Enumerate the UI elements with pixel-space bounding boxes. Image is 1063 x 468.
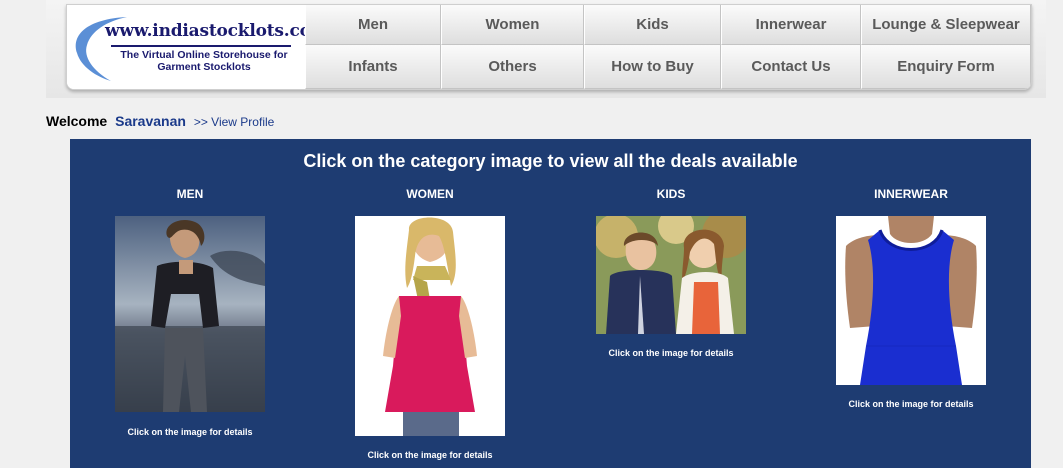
women-category-image[interactable] <box>355 216 505 436</box>
view-profile-link[interactable]: >> View Profile <box>194 115 275 129</box>
category-note: Click on the image for details <box>608 348 734 358</box>
nav-contact-us[interactable]: Contact Us <box>721 45 861 89</box>
nav-innerwear[interactable]: Innerwear <box>721 5 861 45</box>
category-note: Click on the image for details <box>848 399 974 409</box>
nav-infants[interactable]: Infants <box>305 45 441 89</box>
logo-domain-text: www.indiastocklots.com <box>105 21 329 41</box>
welcome-label: Welcome <box>46 113 108 129</box>
logo-rule <box>111 45 291 47</box>
logo-swoosh-icon <box>75 17 127 81</box>
logo-tagline: The Virtual Online Storehouse for Garmen… <box>120 49 288 73</box>
category-label: WOMEN <box>406 187 454 201</box>
nav-enquiry-form[interactable]: Enquiry Form <box>861 45 1031 89</box>
nav-men[interactable]: Men <box>305 5 441 45</box>
panel-title: Click on the category image to view all … <box>303 151 798 171</box>
innerwear-category-image[interactable] <box>836 216 986 385</box>
category-label: KIDS <box>656 187 686 201</box>
site-logo[interactable]: www.indiastocklots.com The Virtual Onlin… <box>67 5 329 89</box>
category-note: Click on the image for details <box>367 450 493 460</box>
category-panel: Click on the category image to view all … <box>70 139 1031 468</box>
nav-lounge-sleepwear[interactable]: Lounge & Sleepwear <box>861 5 1031 45</box>
main-nav: Men Women Kids Innerwear Lounge & Sleepw… <box>305 5 1031 89</box>
category-note: Click on the image for details <box>127 427 253 437</box>
nav-how-to-buy[interactable]: How to Buy <box>584 45 721 89</box>
nav-others[interactable]: Others <box>441 45 584 89</box>
welcome-bar: Welcome Saravanan >> View Profile <box>46 113 274 129</box>
kids-category-image[interactable] <box>596 216 746 334</box>
category-label: INNERWEAR <box>874 187 948 201</box>
men-category-image[interactable] <box>115 216 265 412</box>
category-label: MEN <box>176 187 204 201</box>
nav-kids[interactable]: Kids <box>584 5 721 45</box>
nav-women[interactable]: Women <box>441 5 584 45</box>
site-header: www.indiastocklots.com The Virtual Onlin… <box>66 4 1032 90</box>
username: Saravanan <box>115 113 186 129</box>
